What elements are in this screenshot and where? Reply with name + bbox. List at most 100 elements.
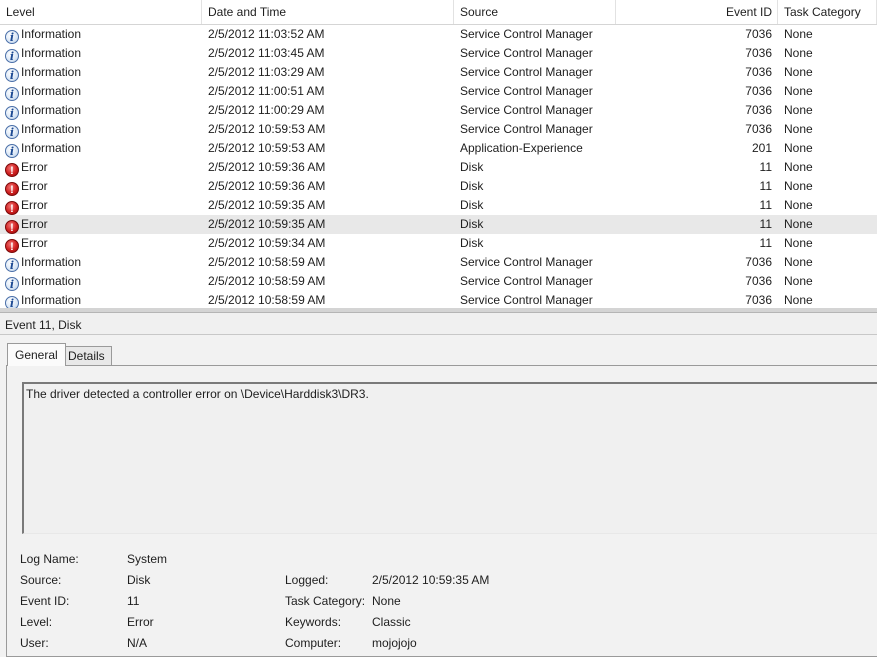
error-icon: ! [5, 182, 19, 196]
event-level-cell: i Information [5, 82, 201, 101]
event-id-cell: 201 [751, 141, 772, 155]
label-keywords: Keywords: [285, 615, 342, 629]
event-level-cell: ! Error [5, 196, 201, 215]
event-level-cell: ! Error [5, 215, 201, 234]
event-task-category-cell: None [784, 160, 813, 174]
event-level-text: Error [21, 160, 48, 174]
column-header-date-and-time[interactable]: Date and Time [202, 0, 454, 24]
event-row[interactable]: i Information 2/5/2012 11:00:51 AM Service … [0, 82, 877, 101]
event-row[interactable]: i Information 2/5/2012 10:59:53 AM Service … [0, 120, 877, 139]
event-row[interactable]: i Information 2/5/2012 10:59:53 AM Applicat… [0, 139, 877, 158]
event-task-category-cell: None [784, 236, 813, 250]
label-level: Level: [20, 615, 53, 629]
event-datetime-cell: 2/5/2012 10:58:59 AM [208, 255, 326, 269]
value-log-name: System [127, 552, 168, 566]
event-level-text: Information [21, 293, 82, 307]
event-level-text: Information [21, 255, 82, 269]
event-id-cell: 7036 [745, 65, 772, 79]
column-header-event-id[interactable]: Event ID [616, 0, 778, 24]
event-list-header: Level Date and Time Source Event ID Task… [0, 0, 877, 25]
event-source-cell: Service Control Manager [460, 103, 593, 117]
event-datetime-cell: 2/5/2012 11:00:29 AM [208, 103, 325, 117]
event-row[interactable]: ! Error 2/5/2012 10:59:35 AM Disk 11 None [0, 196, 877, 215]
column-header-level[interactable]: Level [0, 0, 202, 24]
value-source: Disk [127, 573, 151, 587]
error-icon: ! [5, 220, 19, 234]
tab-details[interactable]: Details [61, 346, 112, 365]
event-datetime-cell: 2/5/2012 11:03:45 AM [208, 46, 325, 60]
event-datetime-cell: 2/5/2012 10:58:59 AM [208, 293, 326, 307]
event-preview-title: Event 11, Disk [0, 313, 877, 335]
event-level-cell: i Information [5, 253, 201, 272]
value-task-category: None [372, 594, 401, 608]
label-logged: Logged: [285, 573, 329, 587]
event-source-cell: Disk [460, 198, 484, 212]
event-row[interactable]: i Information 2/5/2012 10:58:59 AM Service … [0, 253, 877, 272]
event-level-cell: i Information [5, 25, 201, 44]
event-source-cell: Disk [460, 179, 484, 193]
value-computer: mojojojo [372, 636, 417, 650]
event-level-text: Information [21, 274, 82, 288]
event-id-cell: 11 [759, 179, 772, 193]
event-task-category-cell: None [784, 217, 813, 231]
event-level-cell: i Information [5, 44, 201, 63]
event-level-text: Information [21, 46, 82, 60]
event-row[interactable]: i Information 2/5/2012 11:03:45 AM Service … [0, 44, 877, 63]
event-row[interactable]: ! Error 2/5/2012 10:59:36 AM Disk 11 None [0, 177, 877, 196]
tab-general[interactable]: General [7, 343, 66, 366]
event-list[interactable]: Level Date and Time Source Event ID Task… [0, 0, 877, 309]
label-computer: Computer: [285, 636, 342, 650]
event-level-text: Information [21, 65, 82, 79]
event-task-category-cell: None [784, 103, 813, 117]
event-level-text: Error [21, 217, 48, 231]
event-task-category-cell: None [784, 255, 813, 269]
event-row[interactable]: ! Error 2/5/2012 10:59:34 AM Disk 11 None [0, 234, 877, 253]
event-task-category-cell: None [784, 46, 813, 60]
event-level-cell: i Information [5, 272, 201, 291]
event-id-cell: 11 [759, 217, 772, 231]
event-source-cell: Service Control Manager [460, 255, 593, 269]
event-row[interactable]: ! Error 2/5/2012 10:59:36 AM Disk 11 None [0, 158, 877, 177]
event-row[interactable]: i Information 2/5/2012 11:00:29 AM Service … [0, 101, 877, 120]
event-id-cell: 11 [759, 198, 772, 212]
event-id-cell: 7036 [745, 27, 772, 41]
event-level-cell: ! Error [5, 158, 201, 177]
event-task-category-cell: None [784, 141, 813, 155]
information-icon: i [5, 87, 19, 101]
event-level-cell: i Information [5, 63, 201, 82]
event-source-cell: Service Control Manager [460, 46, 593, 60]
event-row[interactable]: i Information 2/5/2012 11:03:29 AM Service … [0, 63, 877, 82]
column-header-source[interactable]: Source [454, 0, 616, 24]
event-row[interactable]: i Information 2/5/2012 10:58:59 AM Service … [0, 272, 877, 291]
event-source-cell: Disk [460, 160, 484, 174]
column-header-task-category[interactable]: Task Category [778, 0, 877, 24]
event-row[interactable]: i Information 2/5/2012 11:03:52 AM Service … [0, 25, 877, 44]
event-task-category-cell: None [784, 84, 813, 98]
event-rows: i Information 2/5/2012 11:03:52 AM Service … [0, 25, 877, 308]
event-description-box[interactable]: The driver detected a controller error o… [22, 382, 877, 534]
event-row[interactable]: ! Error 2/5/2012 10:59:35 AM Disk 11 None [0, 215, 877, 234]
event-datetime-cell: 2/5/2012 10:58:59 AM [208, 274, 326, 288]
event-level-text: Information [21, 84, 82, 98]
event-source-cell: Service Control Manager [460, 293, 593, 307]
event-level-text: Error [21, 179, 48, 193]
event-datetime-cell: 2/5/2012 10:59:53 AM [208, 122, 326, 136]
value-keywords: Classic [372, 615, 411, 629]
event-datetime-cell: 2/5/2012 10:59:36 AM [208, 160, 326, 174]
information-icon: i [5, 258, 19, 272]
event-level-cell: ! Error [5, 177, 201, 196]
event-level-cell: i Information [5, 120, 201, 139]
event-level-text: Information [21, 122, 82, 136]
event-level-cell: i Information [5, 291, 201, 308]
event-level-text: Information [21, 103, 82, 117]
event-source-cell: Application-Experience [460, 141, 583, 155]
event-row[interactable]: i Information 2/5/2012 10:58:59 AM Service … [0, 291, 877, 308]
event-id-cell: 7036 [745, 103, 772, 117]
information-icon: i [5, 144, 19, 158]
label-source: Source: [20, 573, 62, 587]
label-task-category: Task Category: [285, 594, 366, 608]
error-icon: ! [5, 163, 19, 177]
event-task-category-cell: None [784, 122, 813, 136]
label-log-name: Log Name: [20, 552, 79, 566]
event-id-cell: 7036 [745, 274, 772, 288]
